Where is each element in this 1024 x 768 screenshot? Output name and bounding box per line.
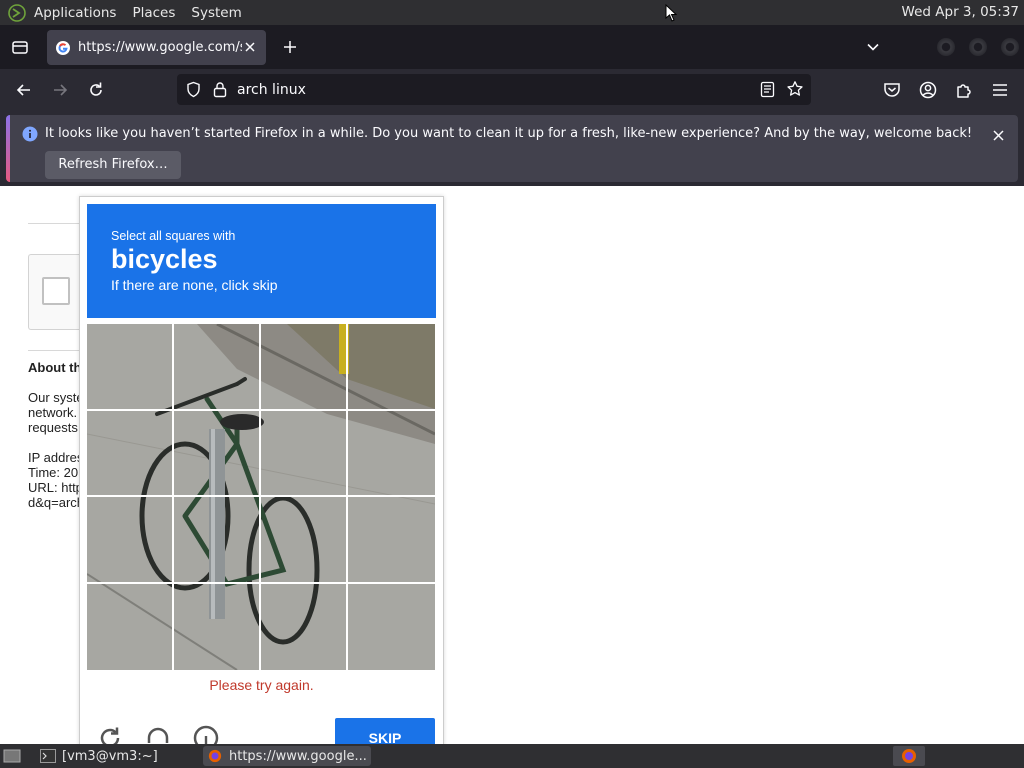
captcha-hint: If there are none, click skip — [111, 277, 278, 293]
account-icon[interactable] — [918, 80, 938, 100]
captcha-instruction: Select all squares with — [111, 229, 236, 243]
body-line: Time: 20 — [28, 465, 79, 480]
bottom-taskbar: [vm3@vm3:~] https://www.google... — [0, 744, 1024, 768]
captcha-tile[interactable] — [348, 584, 435, 671]
tab-google[interactable]: https://www.google.com/sorry/index?conti… — [47, 30, 266, 65]
captcha-error-message: Please try again. — [209, 677, 314, 693]
captcha-tile[interactable] — [174, 583, 261, 670]
lock-icon[interactable] — [212, 81, 228, 98]
body-line: requests — [28, 420, 78, 435]
firefox-tray-button[interactable] — [893, 746, 925, 766]
captcha-tile[interactable] — [174, 497, 261, 584]
captcha-tile[interactable] — [261, 583, 348, 670]
places-menu[interactable]: Places — [132, 5, 175, 21]
taskbar-terminal-task[interactable]: [vm3@vm3:~] — [36, 746, 200, 766]
page-body-text: Our syste network. requests IP addres Ti… — [28, 390, 80, 510]
body-line: d&q=arch — [28, 495, 80, 510]
url-input[interactable] — [237, 79, 737, 100]
refresh-firefox-button[interactable]: Refresh Firefox… — [45, 151, 181, 179]
show-desktop-icon[interactable] — [3, 748, 21, 764]
captcha-target: bicycles — [111, 244, 218, 274]
url-bar[interactable] — [177, 74, 811, 105]
captcha-tile[interactable] — [87, 497, 174, 584]
clock[interactable]: Wed Apr 3, 05:37 — [902, 4, 1019, 20]
reader-view-icon[interactable] — [759, 81, 776, 98]
taskbar-firefox-task[interactable]: https://www.google... — [203, 746, 371, 766]
info-icon — [22, 126, 38, 142]
firefox-view-icon[interactable] — [10, 37, 30, 57]
firefox-icon — [208, 749, 222, 763]
back-arrow-icon[interactable] — [14, 80, 34, 100]
captcha-tile[interactable] — [87, 583, 174, 670]
notification-message: It looks like you haven’t started Firefo… — [45, 126, 973, 141]
pocket-icon[interactable] — [882, 80, 902, 100]
mouse-cursor-icon — [665, 4, 677, 22]
body-line: IP addres — [28, 450, 80, 465]
mate-logo-icon[interactable] — [8, 3, 26, 22]
firefox-tray-icon — [902, 749, 916, 763]
about-heading: About th — [28, 360, 80, 375]
top-panel: Applications Places System Wed Apr 3, 05… — [0, 0, 1024, 25]
new-tab-icon[interactable] — [281, 38, 299, 56]
maximize-button[interactable] — [969, 38, 987, 56]
close-window-button[interactable] — [1001, 38, 1019, 56]
notification-bar: It looks like you haven’t started Firefo… — [0, 111, 1024, 186]
notification-accent — [6, 115, 10, 182]
body-line: network. — [28, 405, 78, 420]
captcha-image-grid — [87, 324, 435, 670]
captcha-header: Select all squares with bicycles If ther… — [87, 204, 436, 318]
reload-icon[interactable] — [86, 80, 106, 100]
minimize-button[interactable] — [937, 38, 955, 56]
body-line — [28, 435, 80, 450]
hamburger-menu-icon[interactable] — [990, 80, 1010, 100]
body-line: URL: http — [28, 480, 80, 495]
tab-bar: https://www.google.com/sorry/index?conti… — [0, 25, 1024, 69]
captcha-tile[interactable] — [87, 324, 174, 411]
list-all-tabs-chevron-icon[interactable] — [864, 38, 882, 56]
captcha-tile[interactable] — [348, 324, 435, 411]
body-line: Our syste — [28, 390, 80, 405]
recaptcha-checkbox[interactable] — [42, 277, 70, 305]
taskbar-task-label: [vm3@vm3:~] — [62, 748, 158, 764]
captcha-tile[interactable] — [261, 324, 348, 411]
bookmark-star-icon[interactable] — [786, 80, 804, 98]
system-menu[interactable]: System — [191, 5, 241, 21]
forward-arrow-icon[interactable] — [50, 80, 70, 100]
tab-title: https://www.google.com/sorry/index?conti… — [78, 40, 242, 55]
tracking-protection-shield-icon[interactable] — [185, 81, 202, 98]
captcha-tile[interactable] — [261, 410, 348, 497]
navigation-bar — [0, 69, 1024, 111]
notification-card: It looks like you haven’t started Firefo… — [6, 115, 1018, 182]
extensions-puzzle-icon[interactable] — [954, 80, 974, 100]
captcha-tile[interactable] — [174, 410, 261, 497]
captcha-tile[interactable] — [87, 410, 174, 497]
notification-close-icon[interactable] — [992, 129, 1005, 142]
captcha-tile[interactable] — [348, 497, 435, 584]
captcha-tile[interactable] — [261, 497, 348, 584]
google-favicon-icon — [56, 40, 70, 55]
captcha-tile[interactable] — [348, 411, 435, 497]
taskbar-task-label: https://www.google... — [229, 748, 367, 764]
applications-menu[interactable]: Applications — [34, 5, 116, 21]
terminal-icon — [40, 749, 56, 763]
captcha-challenge-popup: Select all squares with bicycles If ther… — [79, 196, 444, 758]
tab-close-icon[interactable] — [242, 39, 258, 55]
captcha-tile[interactable] — [174, 324, 261, 411]
